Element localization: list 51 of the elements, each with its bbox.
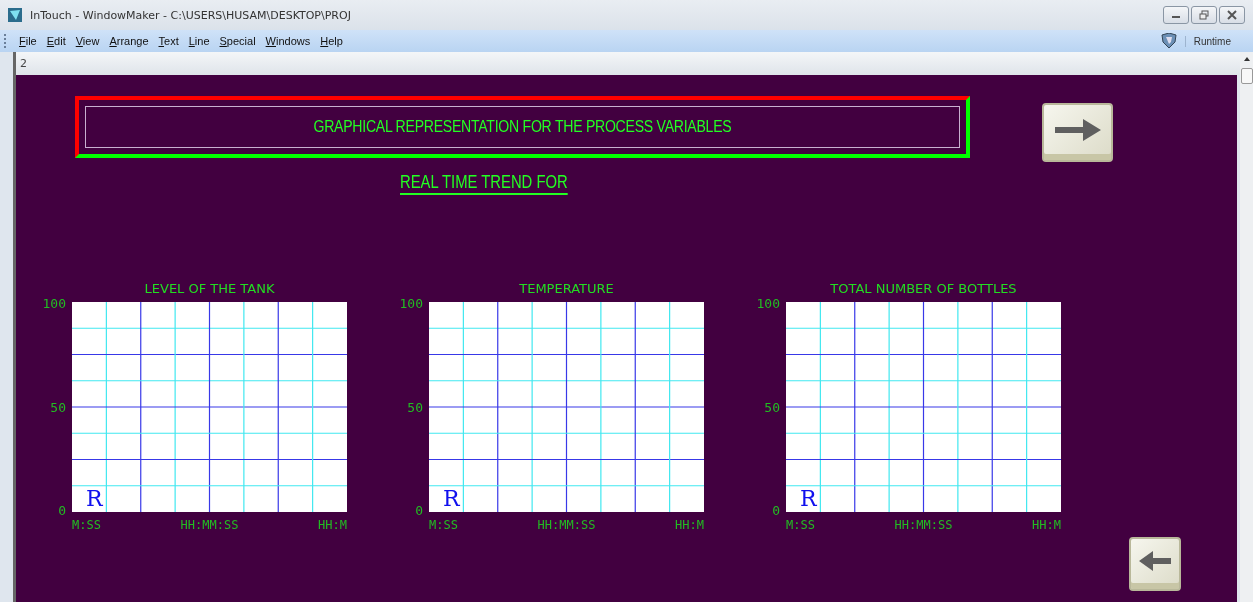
back-button[interactable] bbox=[1129, 537, 1181, 591]
menu-item[interactable]: Arrange bbox=[104, 35, 154, 47]
window-title: InTouch - WindowMaker - C:\USERS\HUSAM\DESKTOP\PROJ bbox=[30, 8, 351, 22]
menu-item[interactable]: Edit bbox=[41, 35, 71, 47]
window-tab-bar[interactable]: 2 bbox=[16, 52, 1241, 75]
runtime-button[interactable]: Runtime bbox=[1184, 35, 1253, 47]
left-arrow-icon bbox=[1139, 551, 1171, 571]
trend-title: LEVEL OF THE TANK bbox=[143, 281, 276, 298]
right-arrow-icon bbox=[1054, 117, 1101, 142]
app-icon bbox=[8, 8, 22, 22]
axis-label: HH:M bbox=[1032, 518, 1061, 532]
close-button[interactable] bbox=[1219, 6, 1245, 24]
axis-label: 0 bbox=[58, 503, 66, 518]
trend-marker: R bbox=[86, 488, 103, 510]
axis-label: 50 bbox=[50, 399, 66, 415]
menu-item[interactable]: File bbox=[14, 35, 42, 47]
restore-icon bbox=[1199, 10, 1209, 20]
axis-label: HH:M bbox=[675, 518, 704, 532]
axis-label: 0 bbox=[415, 503, 423, 518]
menu-item[interactable]: Help bbox=[315, 35, 348, 47]
axis-label: M:SS bbox=[786, 518, 815, 532]
axis-label: M:SS bbox=[429, 518, 458, 532]
axis-label: 50 bbox=[764, 399, 780, 415]
axis-label: 100 bbox=[399, 296, 423, 311]
menu-item[interactable]: Text bbox=[153, 35, 184, 47]
menu-item[interactable]: View bbox=[70, 35, 105, 47]
trend-title: TEMPERATURE bbox=[518, 281, 615, 298]
trend-title: TOTAL NUMBER OF BOTTLES bbox=[829, 281, 1018, 298]
axis-label: HH:M bbox=[318, 518, 347, 532]
axis-label: HH:MM:SS bbox=[537, 518, 596, 532]
axis-label: 100 bbox=[42, 296, 66, 311]
menu-item[interactable]: Windows bbox=[260, 35, 316, 47]
scroll-up-icon[interactable] bbox=[1242, 56, 1251, 62]
menu-item[interactable]: Special bbox=[214, 35, 261, 47]
axis-label: 100 bbox=[756, 296, 780, 311]
axis-label: HH:MM:SS bbox=[180, 518, 239, 532]
axis-label: M:SS bbox=[72, 518, 101, 532]
trend-marker: R bbox=[443, 488, 460, 510]
shield-icon[interactable] bbox=[1158, 33, 1179, 49]
section-heading: REAL TIME TREND FOR bbox=[400, 171, 568, 195]
minimize-button[interactable] bbox=[1163, 6, 1189, 24]
axis-label: 50 bbox=[407, 399, 423, 415]
scroll-thumb[interactable] bbox=[1240, 68, 1253, 84]
axis-label: 0 bbox=[772, 503, 780, 518]
menu-item[interactable]: Line bbox=[183, 35, 215, 47]
restore-button[interactable] bbox=[1191, 6, 1217, 24]
trend-marker: R bbox=[800, 488, 817, 510]
panel-title: GRAPHICAL REPRESENTATION FOR THE PROCESS VARIABLES bbox=[313, 118, 732, 136]
close-icon bbox=[1227, 10, 1237, 20]
next-button[interactable] bbox=[1042, 103, 1113, 162]
axis-label: HH:MM:SS bbox=[894, 518, 953, 532]
